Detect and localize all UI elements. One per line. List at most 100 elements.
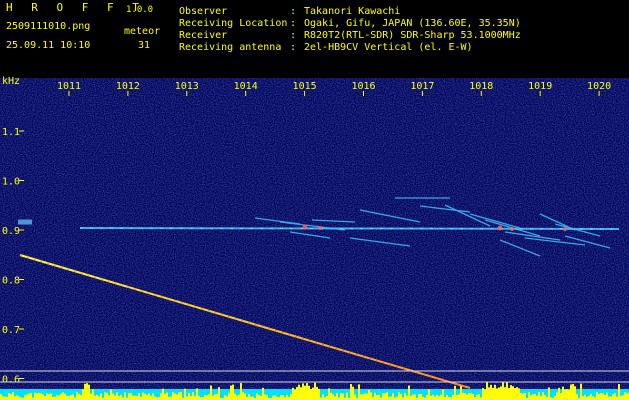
activity-bar [574, 386, 576, 400]
activity-bar [144, 393, 146, 400]
activity-bar [146, 394, 148, 400]
activity-bar [430, 395, 432, 400]
activity-bar [522, 393, 524, 400]
activity-bar [412, 394, 414, 400]
activity-bar [532, 394, 534, 400]
activity-bar [358, 384, 360, 400]
activity-bar [98, 396, 100, 400]
activity-bar [334, 396, 336, 400]
activity-bar [374, 392, 376, 400]
activity-bar [210, 385, 212, 400]
activity-bar [56, 394, 58, 400]
activity-bar [120, 394, 122, 400]
activity-bar [490, 384, 492, 400]
spectrogram-plot: kHz 1011 1012 1013 1014 1015 1016 1017 1018 1019… [0, 76, 629, 400]
activity-bar [514, 388, 516, 400]
activity-bar [312, 387, 314, 400]
activity-bar [498, 387, 500, 400]
activity-bar [286, 394, 288, 400]
activity-bar [340, 393, 342, 400]
activity-bar [34, 392, 36, 400]
activity-bar [306, 383, 308, 400]
activity-bar [468, 393, 470, 400]
activity-bar [272, 395, 274, 400]
activity-bar [440, 394, 442, 400]
activity-bar [14, 396, 16, 400]
activity-bar [260, 395, 262, 400]
activity-bar [322, 394, 324, 400]
activity-bar [240, 383, 242, 400]
activity-bar [78, 393, 80, 400]
activity-bar [40, 393, 42, 400]
activity-bar [304, 385, 306, 400]
activity-bar [612, 394, 614, 400]
activity-bar [614, 393, 616, 400]
activity-bar [116, 392, 118, 400]
activity-bar [24, 395, 26, 400]
activity-bar [100, 393, 102, 400]
x-tick-label: 1017 [410, 81, 434, 92]
activity-bar [496, 388, 498, 400]
activity-bar [180, 392, 182, 400]
activity-bar [162, 388, 164, 400]
activity-bar [506, 382, 508, 400]
activity-bar [428, 389, 430, 400]
activity-bar [104, 392, 106, 400]
activity-bar [298, 384, 300, 400]
activity-bar [580, 383, 582, 400]
activity-bar [218, 387, 220, 400]
activity-bar [128, 393, 130, 400]
activity-bar [406, 395, 408, 400]
activity-bar [342, 393, 344, 400]
activity-bar [382, 393, 384, 400]
activity-bar [232, 384, 234, 400]
activity-bar [364, 393, 366, 400]
activity-bar [398, 392, 400, 400]
activity-bar [534, 393, 536, 400]
activity-bar [510, 385, 512, 400]
activity-bar [422, 396, 424, 400]
activity-bar [528, 392, 530, 400]
activity-bar [290, 394, 292, 400]
activity-bar [352, 386, 354, 400]
activity-bar [12, 392, 14, 400]
activity-bar [294, 389, 296, 400]
activity-bar [624, 392, 626, 400]
activity-bar [548, 387, 550, 400]
activity-bar [516, 387, 518, 400]
activity-bar [438, 396, 440, 400]
activity-bar [36, 393, 38, 400]
activity-bar [264, 394, 266, 400]
activity-bar [214, 394, 216, 400]
activity-bar [184, 388, 186, 400]
activity-bar [266, 395, 268, 400]
activity-bar [82, 389, 84, 400]
x-tick-label: 1015 [293, 81, 317, 92]
activity-bar [354, 394, 356, 400]
activity-bar [164, 394, 166, 400]
activity-bar [282, 395, 284, 400]
activity-bar [244, 393, 246, 400]
activity-bar [508, 388, 510, 400]
activity-bar [72, 394, 74, 400]
activity-bar [366, 393, 368, 400]
activity-bar [384, 393, 386, 400]
activity-bar [622, 395, 624, 400]
activity-bar [568, 389, 570, 400]
activity-bar [570, 384, 572, 400]
activity-bar [166, 392, 168, 400]
activity-bar [582, 396, 584, 400]
activity-bar [176, 394, 178, 400]
activity-bar [484, 389, 486, 400]
activity-bar [492, 387, 494, 400]
activity-bar [414, 394, 416, 400]
activity-bar [44, 396, 46, 400]
y-tick-label: 1.0 [2, 177, 20, 188]
activity-bar [88, 384, 90, 400]
activity-bar [238, 394, 240, 400]
activity-bar [230, 385, 232, 400]
activity-bar [226, 396, 228, 400]
activity-bar [16, 395, 18, 400]
activity-bar [370, 392, 372, 400]
activity-bar [90, 393, 92, 400]
